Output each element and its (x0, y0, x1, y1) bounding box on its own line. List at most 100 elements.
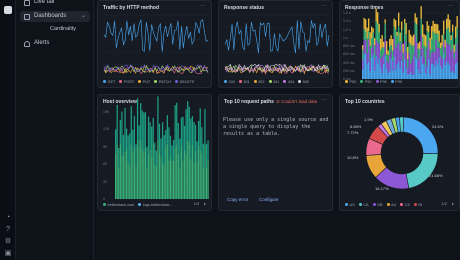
bar (387, 54, 389, 63)
bar (429, 57, 431, 75)
bar (374, 38, 376, 46)
bar (174, 105, 176, 148)
donut-slice[interactable] (399, 116, 405, 133)
help-icon[interactable]: ? (4, 226, 12, 234)
legend-item[interactable]: 301 (238, 80, 250, 84)
bar (368, 39, 370, 62)
bar (401, 21, 403, 31)
legend-swatch (298, 80, 302, 83)
bar (365, 31, 367, 40)
legend-item[interactable]: 302 (253, 80, 265, 84)
host-chart (115, 96, 209, 200)
legend-item[interactable]: DELETE (175, 80, 194, 84)
bar (380, 58, 382, 68)
sidebar-item-alerts[interactable]: Alerts (24, 38, 49, 49)
configure-button[interactable]: Configure (259, 197, 279, 202)
bar (185, 154, 187, 199)
legend-item[interactable]: 500 (298, 80, 309, 84)
legend-swatch (345, 80, 348, 83)
legend-item[interactable]: PUT (138, 80, 150, 84)
donut-slice[interactable] (402, 116, 439, 154)
bell-icon[interactable]: ◔ (4, 214, 12, 222)
bar (369, 32, 371, 46)
bar (141, 110, 143, 149)
legend-item[interactable]: IN (413, 203, 422, 207)
legend-item[interactable]: P90 (360, 80, 372, 84)
bar (384, 55, 386, 79)
bar (422, 24, 424, 38)
legend-item[interactable]: GB (372, 203, 383, 207)
bar (140, 103, 142, 140)
bar (163, 165, 165, 199)
avatar[interactable]: ▣ (4, 250, 12, 258)
bar (389, 46, 391, 56)
error-message: Please use only a single source and a si… (223, 117, 329, 137)
copy-error-button[interactable]: Copy error (227, 197, 248, 202)
slice-label: 7.72% (347, 130, 359, 135)
sidebar-item-dashboards[interactable]: Dashboards ⌄ (20, 11, 90, 22)
legend-item[interactable]: PATCH (154, 80, 171, 84)
legend-item[interactable]: logs.betterstack... (138, 203, 173, 207)
more-icon[interactable]: ··· (321, 97, 327, 103)
bar (432, 31, 434, 52)
legend-item[interactable]: POST (119, 80, 134, 84)
bar (456, 61, 458, 79)
bar (447, 44, 449, 63)
chart-legend: 200 301 302 401 404 500 (224, 80, 309, 84)
legend-item[interactable]: 200 (224, 80, 235, 84)
legend-item[interactable]: CA (358, 203, 369, 207)
bar (201, 127, 203, 154)
bar (155, 150, 157, 167)
legend-swatch (413, 203, 417, 206)
bar (425, 66, 427, 74)
bar (132, 151, 134, 199)
bar (438, 48, 440, 58)
legend-item[interactable]: P50 (345, 80, 356, 84)
sidebar-item-cardinality[interactable]: Cardinality (50, 26, 76, 32)
donut-slice[interactable] (405, 153, 439, 189)
bar (396, 64, 398, 79)
bar (438, 57, 440, 79)
logo-icon[interactable] (4, 6, 12, 14)
sidebar-item-live-tail[interactable]: Live tail (24, 0, 54, 8)
chevron-right-icon[interactable]: ▸ (452, 201, 454, 206)
legend-item[interactable]: 401 (268, 80, 279, 84)
bar (202, 143, 204, 168)
legend-item[interactable]: betterstack.com (103, 203, 134, 207)
legend-item[interactable]: AU (386, 203, 396, 207)
bar (154, 164, 156, 199)
bar (402, 61, 404, 73)
bar (174, 147, 176, 199)
legend-item[interactable]: US (345, 203, 355, 207)
bar (450, 35, 452, 41)
bar (207, 160, 209, 199)
bar (410, 63, 412, 72)
legend-item[interactable]: 404 (283, 80, 294, 84)
bar (368, 61, 370, 79)
bar (387, 50, 389, 55)
bar (140, 139, 142, 199)
bar (378, 43, 380, 59)
sidebar-item-label: Dashboards (34, 13, 67, 19)
chevron-right-icon[interactable]: ▸ (204, 201, 206, 206)
bar (393, 18, 395, 27)
legend-item[interactable]: CZ (400, 203, 410, 207)
bar (456, 44, 458, 62)
bar (396, 31, 398, 36)
bar (193, 163, 195, 199)
bar (453, 59, 455, 73)
legend-item[interactable]: GET (103, 80, 115, 84)
bar (417, 68, 419, 79)
bar (125, 128, 128, 149)
settings-icon[interactable]: ⚙ (4, 238, 12, 246)
bar (368, 18, 370, 32)
bar (431, 63, 433, 79)
bar (196, 141, 198, 163)
bar (191, 115, 194, 145)
legend-item[interactable]: P99 (390, 80, 402, 84)
bar (365, 39, 367, 54)
bar (450, 40, 452, 51)
bar (447, 14, 449, 28)
legend-item[interactable]: P95 (375, 80, 387, 84)
bar (138, 146, 140, 199)
